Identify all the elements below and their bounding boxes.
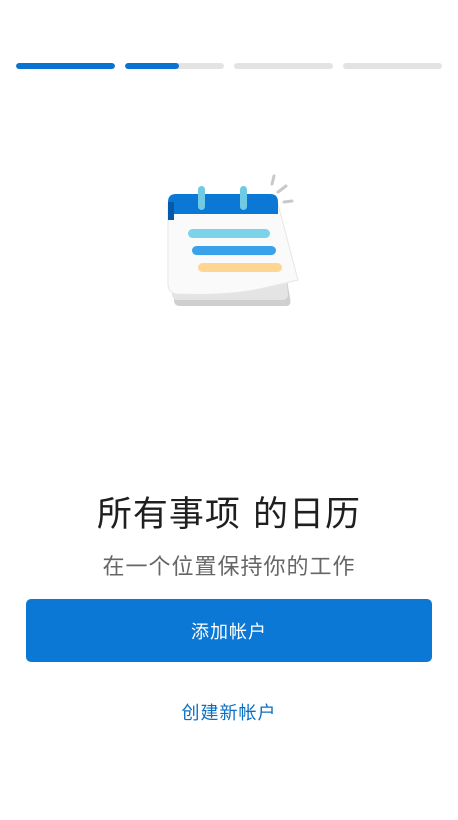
add-account-button[interactable]: 添加帐户 [26,599,432,662]
page-subtitle: 在一个位置保持你的工作 [102,555,356,580]
progress-step-4 [343,63,442,69]
calendar-notes-icon [160,172,305,312]
page-title: 所有事项 的日历 [96,495,362,535]
progress-step-3 [234,63,333,69]
progress-step-2 [125,63,224,69]
progress-step-1 [16,63,115,69]
onboarding-progress [16,63,442,69]
create-account-link[interactable]: 创建新帐户 [0,699,458,725]
